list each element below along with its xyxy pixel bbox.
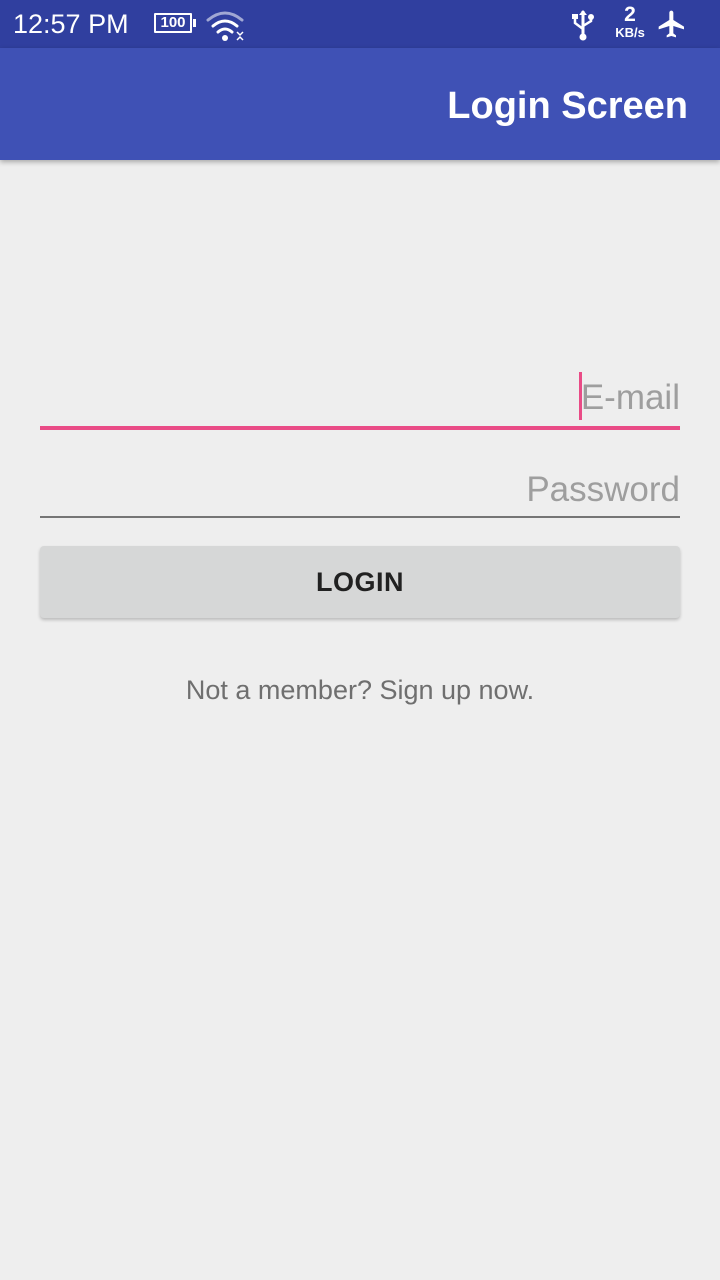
password-field-container bbox=[40, 464, 680, 518]
battery-icon: 100 bbox=[154, 13, 192, 33]
airplane-mode-icon bbox=[658, 10, 684, 38]
app-bar: Login Screen bbox=[0, 48, 720, 160]
wifi-icon bbox=[206, 11, 244, 41]
email-field[interactable] bbox=[40, 372, 680, 424]
email-field-container bbox=[40, 372, 680, 430]
network-speed-unit: KB/s bbox=[615, 25, 645, 40]
battery-tip bbox=[193, 19, 196, 27]
text-cursor bbox=[579, 372, 582, 420]
signup-link[interactable]: Not a member? Sign up now. bbox=[0, 672, 720, 708]
password-field[interactable] bbox=[40, 464, 680, 516]
network-speed-value: 2 bbox=[624, 3, 636, 26]
battery-level: 100 bbox=[160, 14, 186, 31]
status-time: 12:57 PM bbox=[13, 9, 129, 39]
network-speed: 2 KB/s bbox=[608, 4, 652, 44]
page-title: Login Screen bbox=[447, 85, 688, 127]
login-button[interactable]: LOGIN bbox=[40, 546, 680, 618]
status-bar: 12:57 PM 100 2 KB/s bbox=[0, 0, 720, 48]
usb-icon bbox=[572, 10, 594, 41]
